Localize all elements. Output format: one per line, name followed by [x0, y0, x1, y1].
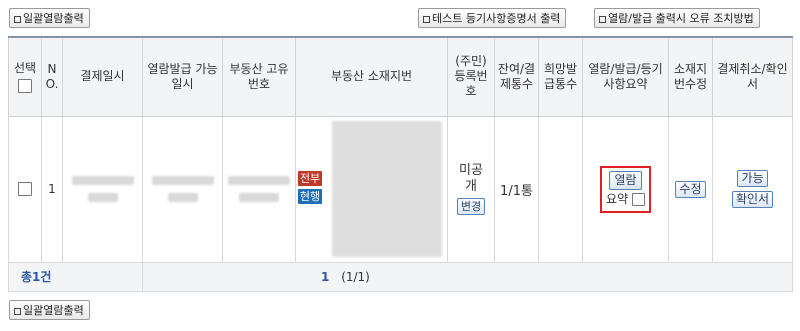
bulk-print-label: 일괄열람출력 [23, 12, 84, 25]
redacted-realty-no-2 [239, 192, 279, 202]
page-current[interactable]: 1 [321, 270, 329, 284]
redacted-available-date [151, 175, 214, 185]
print-icon [14, 15, 21, 23]
certificate-button[interactable]: 확인서 [731, 191, 774, 208]
reg-no-status: 미공개 [459, 163, 483, 194]
row-select-cell [8, 115, 42, 263]
redacted-available-time [167, 192, 198, 202]
error-help-button[interactable]: 열람/발급 출력시 오류 조치방법 [594, 8, 760, 28]
row-realty-no [222, 115, 296, 263]
highlight-box: 열람 요약 [600, 165, 651, 213]
table-row: 1 전부 현행 미공개 변경 1/1통 열람 요약 수정 가능 확인서 [8, 115, 793, 263]
print-icon [423, 15, 430, 23]
header-cancel: 결제취소/확인서 [712, 36, 793, 117]
row-address: 전부 현행 [295, 115, 448, 263]
row-no: 1 [41, 115, 63, 263]
row-reg-no: 미공개 변경 [447, 115, 495, 263]
table-footer: 총1건 1 (1/1) [8, 261, 793, 292]
help-icon [599, 15, 606, 23]
badge-current: 현행 [298, 189, 322, 204]
redacted-address [332, 121, 442, 257]
row-remain: 1/1통 [494, 115, 539, 263]
fix-button[interactable]: 수정 [675, 180, 706, 198]
view-button[interactable]: 열람 [609, 170, 642, 190]
row-addr-fix: 수정 [668, 115, 713, 263]
print-icon [14, 307, 21, 315]
row-pay-date [62, 115, 143, 263]
row-checkbox[interactable] [18, 182, 32, 197]
row-cancel: 가능 확인서 [712, 115, 793, 263]
header-wanted: 희망발급통수 [538, 36, 583, 117]
row-available [142, 115, 223, 263]
summary-checkbox[interactable] [631, 192, 645, 206]
redacted-pay-date [71, 175, 134, 185]
header-no: N O. [41, 36, 63, 117]
redacted-pay-time [87, 192, 118, 202]
cancel-possible-button[interactable]: 가능 [737, 170, 768, 187]
page-info: (1/1) [341, 269, 370, 284]
select-all-checkbox[interactable] [18, 78, 32, 93]
header-select-label: 선택 [13, 60, 37, 75]
badge-all: 전부 [298, 171, 322, 186]
summary-label: 요약 [606, 191, 629, 206]
change-button[interactable]: 변경 [456, 198, 486, 215]
bulk-print-label-bottom: 일괄열람출력 [23, 304, 84, 317]
header-remain: 잔여/결제통수 [494, 36, 539, 117]
payment-table: 선택 N O. 결제일시 열람발급 가능일시 부동산 고유번호 부동산 소재지번… [8, 36, 793, 292]
header-available: 열람발급 가능일시 [142, 36, 223, 117]
row-summary: 열람 요약 [582, 115, 669, 263]
header-address: 부동산 소재지번 [295, 36, 448, 117]
row-wanted [538, 115, 583, 263]
redacted-realty-no [228, 175, 290, 185]
header-pay-date: 결제일시 [62, 36, 143, 117]
header-summary: 열람/발급/등기사항요약 [582, 36, 669, 117]
header-select: 선택 [8, 36, 42, 117]
total-count: 총1건 [21, 270, 52, 284]
header-realty-no: 부동산 고유번호 [222, 36, 296, 117]
test-certificate-print-button[interactable]: 테스트 등기사항증명서 출력 [418, 8, 567, 28]
header-reg-no: (주민)등록번호 [447, 36, 495, 117]
header-addr-fix: 소재지번수정 [668, 36, 713, 117]
bulk-print-button-top[interactable]: 일괄열람출력 [9, 8, 90, 28]
bulk-print-button-bottom[interactable]: 일괄열람출력 [9, 300, 90, 320]
error-help-label: 열람/발급 출력시 오류 조치방법 [608, 12, 754, 25]
test-print-label: 테스트 등기사항증명서 출력 [432, 12, 561, 25]
